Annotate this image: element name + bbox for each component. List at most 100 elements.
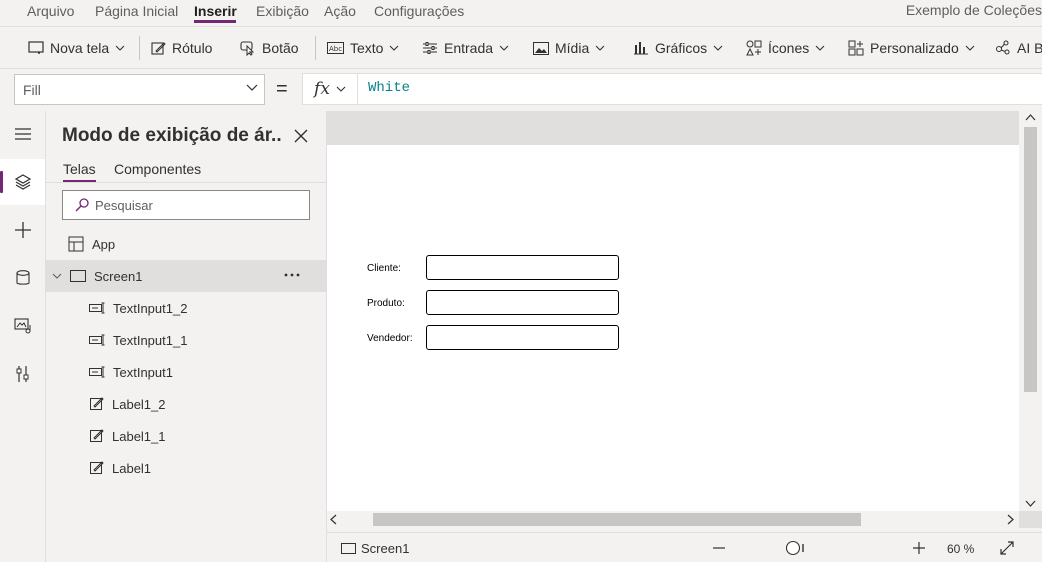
tree-item-label1-2[interactable]: Label1_2 bbox=[46, 388, 326, 420]
custom-button-label: Personalizado bbox=[870, 40, 959, 56]
advanced-tools-button[interactable] bbox=[0, 351, 45, 397]
toolbar-divider bbox=[315, 36, 316, 60]
design-canvas: Cliente: Produto: Vendedor: bbox=[327, 111, 1042, 528]
tree-view-button[interactable] bbox=[0, 159, 45, 205]
screen1-surface[interactable]: Cliente: Produto: Vendedor: bbox=[327, 145, 1019, 511]
chevron-down-icon bbox=[115, 45, 125, 51]
fit-to-window-icon[interactable] bbox=[1000, 541, 1014, 555]
tree-item-label1-1[interactable]: Label1_1 bbox=[46, 420, 326, 452]
tree-item-app[interactable]: App bbox=[46, 228, 326, 260]
menu-acao[interactable]: Ação bbox=[324, 3, 356, 19]
tree-view-panel: Modo de exibição de ár... Telas Componen… bbox=[46, 111, 327, 562]
chevron-down-icon bbox=[499, 45, 509, 51]
text-input-icon bbox=[89, 334, 105, 346]
property-dropdown[interactable]: Fill bbox=[14, 74, 265, 105]
label-button-text: Rótulo bbox=[172, 40, 213, 56]
close-icon[interactable] bbox=[292, 127, 310, 145]
tree-item-textinput1-2[interactable]: TextInput1_2 bbox=[46, 292, 326, 324]
custom-button[interactable]: Personalizado bbox=[848, 37, 975, 59]
media-rail-button[interactable] bbox=[0, 303, 45, 349]
zoom-slider[interactable] bbox=[785, 540, 807, 556]
search-box bbox=[62, 190, 310, 220]
fx-button[interactable]: fx bbox=[302, 73, 358, 105]
textinput-vendedor[interactable] bbox=[426, 325, 619, 350]
insert-toolbar: Nova tela Rótulo Botão Abc Texto Entrada… bbox=[0, 26, 1042, 68]
data-button[interactable] bbox=[0, 255, 45, 301]
fx-icon: fx bbox=[314, 79, 330, 99]
button-button[interactable]: Botão bbox=[240, 37, 299, 59]
custom-component-icon bbox=[848, 40, 864, 56]
textinput-produto[interactable] bbox=[426, 290, 619, 315]
search-icon bbox=[75, 198, 89, 212]
media-button[interactable]: Mídia bbox=[533, 37, 605, 59]
new-screen-button[interactable]: Nova tela bbox=[28, 37, 125, 59]
label-vendedor[interactable]: Vendedor: bbox=[367, 333, 413, 344]
chevron-down-icon bbox=[336, 86, 346, 92]
text-button[interactable]: Abc Texto bbox=[327, 37, 399, 59]
chevron-down-icon[interactable] bbox=[1025, 500, 1036, 507]
chevron-right-icon[interactable] bbox=[1007, 514, 1014, 525]
status-bar: Screen1 60 % bbox=[327, 532, 1042, 562]
vertical-scroll-thumb[interactable] bbox=[1024, 127, 1037, 392]
app-grid-icon bbox=[68, 236, 84, 252]
tree-item-textinput1-1[interactable]: TextInput1_1 bbox=[46, 324, 326, 356]
tree-item-screen1[interactable]: Screen1 bbox=[46, 260, 326, 292]
left-rail bbox=[0, 111, 46, 562]
menu-pagina-inicial[interactable]: Página Inicial bbox=[95, 3, 178, 19]
label-button[interactable]: Rótulo bbox=[151, 37, 212, 59]
insert-rail-button[interactable] bbox=[0, 207, 45, 253]
label-cliente[interactable]: Cliente: bbox=[367, 263, 401, 274]
button-pointer-icon bbox=[240, 41, 255, 56]
tools-icon bbox=[16, 366, 28, 382]
tree-item-label1[interactable]: Label1 bbox=[46, 452, 326, 484]
menu-configuracoes[interactable]: Configurações bbox=[374, 3, 464, 19]
search-input[interactable] bbox=[95, 197, 295, 213]
menu-arquivo[interactable]: Arquivo bbox=[27, 3, 74, 19]
chevron-left-icon[interactable] bbox=[330, 514, 337, 525]
plus-icon bbox=[14, 222, 31, 238]
screen-icon bbox=[28, 41, 44, 54]
label-produto[interactable]: Produto: bbox=[367, 298, 405, 309]
tree-item-label: App bbox=[92, 236, 116, 252]
layers-icon bbox=[14, 174, 31, 190]
more-options-icon[interactable] bbox=[284, 273, 300, 277]
label-edit-icon bbox=[90, 461, 104, 474]
chevron-down-icon bbox=[595, 45, 605, 51]
label-edit-icon bbox=[90, 397, 104, 410]
chevron-down-icon bbox=[246, 84, 258, 91]
property-value: Fill bbox=[23, 81, 41, 98]
screen-icon bbox=[341, 543, 356, 554]
input-button[interactable]: Entrada bbox=[422, 37, 509, 59]
vertical-scrollbar[interactable] bbox=[1019, 111, 1042, 511]
tab-componentes[interactable]: Componentes bbox=[114, 161, 201, 177]
hamburger-button[interactable] bbox=[0, 111, 45, 157]
text-input-icon bbox=[89, 366, 105, 378]
database-icon bbox=[15, 270, 30, 285]
sliders-icon bbox=[423, 42, 437, 54]
zoom-out-icon[interactable] bbox=[713, 547, 725, 549]
horizontal-scroll-thumb[interactable] bbox=[373, 513, 861, 526]
current-screen-label: Screen1 bbox=[361, 541, 410, 556]
ai-builder-button[interactable]: AI B bbox=[995, 37, 1042, 59]
textinput-cliente[interactable] bbox=[426, 255, 619, 280]
formula-input[interactable]: White bbox=[358, 73, 1042, 105]
menu-inserir[interactable]: Inserir bbox=[194, 3, 237, 19]
charts-button-label: Gráficos bbox=[655, 40, 708, 56]
equals-sign: = bbox=[276, 78, 288, 100]
menu-exibicao[interactable]: Exibição bbox=[256, 3, 309, 19]
text-button-label: Texto bbox=[350, 40, 384, 56]
zoom-percentage: 60 % bbox=[947, 542, 975, 556]
tree-item-label: TextInput1_1 bbox=[113, 332, 188, 348]
tab-telas[interactable]: Telas bbox=[63, 161, 96, 177]
zoom-in-icon[interactable] bbox=[913, 542, 925, 554]
chevron-down-icon[interactable] bbox=[52, 273, 62, 279]
image-icon bbox=[533, 41, 549, 55]
menu-bar: Arquivo Página Inicial Inserir Exibição … bbox=[0, 0, 1042, 24]
charts-button[interactable]: Gráficos bbox=[633, 37, 723, 59]
svg-text:Abc: Abc bbox=[329, 45, 342, 53]
horizontal-scrollbar[interactable] bbox=[327, 511, 1019, 528]
chevron-up-icon[interactable] bbox=[1025, 114, 1036, 121]
icons-button[interactable]: Ícones bbox=[746, 37, 825, 59]
current-screen-selector[interactable]: Screen1 bbox=[341, 541, 409, 556]
tree-item-textinput1[interactable]: TextInput1 bbox=[46, 356, 326, 388]
